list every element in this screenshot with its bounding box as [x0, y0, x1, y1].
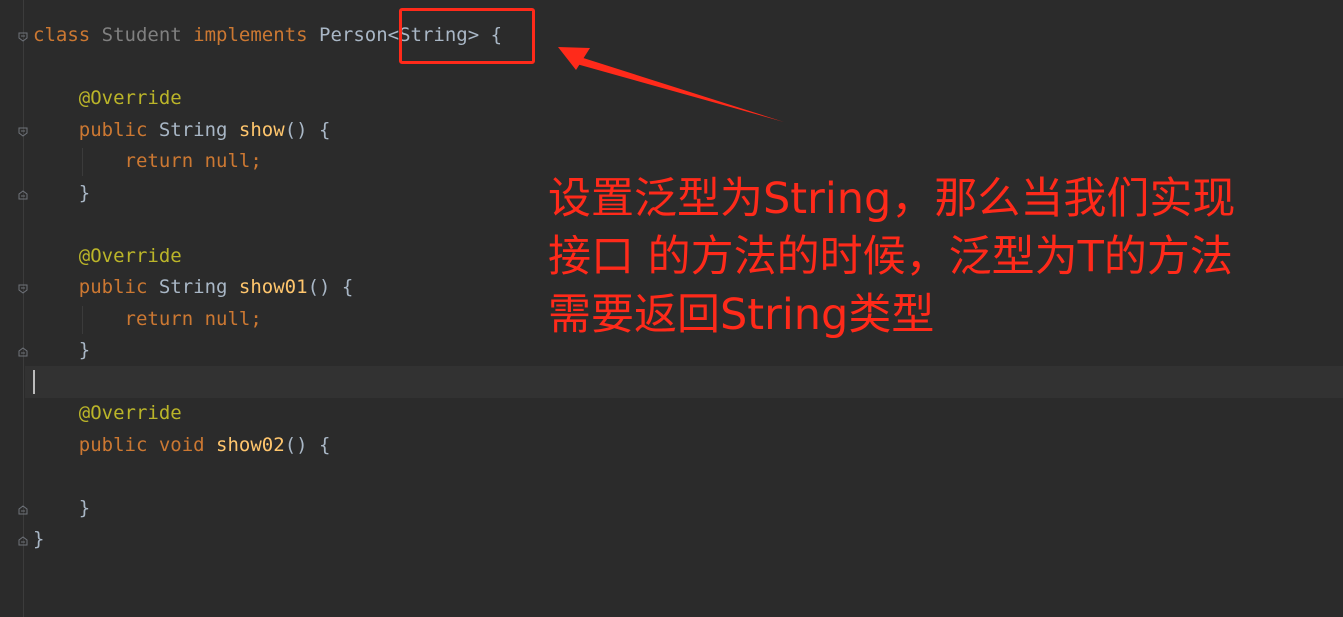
annotation-note: 设置泛型为String，那么当我们实现 接口 的方法的时候，泛型为T的方法 需要… [548, 170, 1328, 344]
code-editor[interactable]: class Student implements Person<String> … [0, 0, 1343, 617]
annotation-line-3: 需要返回String类型 [548, 290, 935, 340]
annotation-line-1: 设置泛型为String，那么当我们实现 [548, 174, 1236, 224]
annotation-line-2: 接口 的方法的时候，泛型为T的方法 [548, 232, 1233, 282]
